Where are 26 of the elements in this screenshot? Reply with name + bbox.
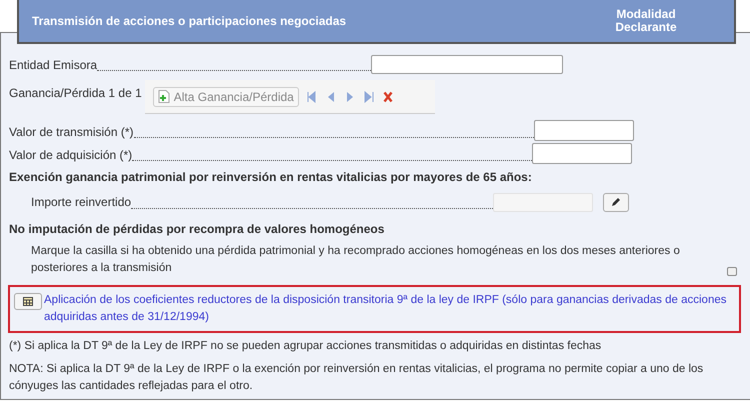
- last-record-icon[interactable]: [364, 90, 374, 102]
- field-label: Valor de adquisición (*): [9, 147, 132, 164]
- note-text: (*) Si aplica la DT 9ª de la Ley de IRPF no se pueden agrupar acciones transmitidas o adquiridas en distintas fechas: [9, 339, 602, 354]
- delete-icon[interactable]: [382, 90, 393, 102]
- column-header: Modalidad Declarante: [614, 8, 678, 34]
- field-label: Importe reinvertido: [31, 194, 132, 211]
- section-heading: No imputación de pérdidas por recompra de valores homogéneos: [9, 221, 386, 238]
- table-icon: [23, 297, 33, 306]
- previous-icon[interactable]: [326, 90, 336, 102]
- record-counter: Ganancia/Pérdida 1 de 1: [9, 85, 142, 102]
- add-document-icon: [158, 90, 170, 103]
- field-label: Entidad Emisora: [9, 57, 98, 74]
- next-icon[interactable]: [344, 90, 355, 102]
- input-field[interactable]: [534, 120, 634, 141]
- section-heading: Exención ganancia patrimonial por reinversión en rentas vitalicias por mayores de 65 años:: [9, 169, 533, 186]
- note-text: NOTA: Si aplica la DT 9ª de la Ley de IRPF o la exención por reinversión en rentas vitalicias, el programa no permite copiar a uno de los cónyuges las cantidades reflejadas para el otro.: [9, 362, 704, 394]
- edit-button[interactable]: [603, 192, 630, 212]
- input-field[interactable]: [371, 55, 564, 74]
- field-label: Valor de transmisión (*): [9, 124, 134, 141]
- first-record-icon[interactable]: [306, 90, 317, 102]
- input-field[interactable]: [532, 143, 632, 164]
- table-button[interactable]: [14, 293, 42, 310]
- section-title: Transmisión de acciones o participaciones negociadas: [32, 13, 348, 30]
- checkbox[interactable]: [727, 267, 737, 276]
- pencil-icon: [611, 197, 622, 207]
- instruction-text: Marque la casilla si ha obtenido una pérdida patrimonial y ha recomprado acciones homogéneas en los dos meses anteriores o posteriores a la transmisión: [31, 244, 681, 276]
